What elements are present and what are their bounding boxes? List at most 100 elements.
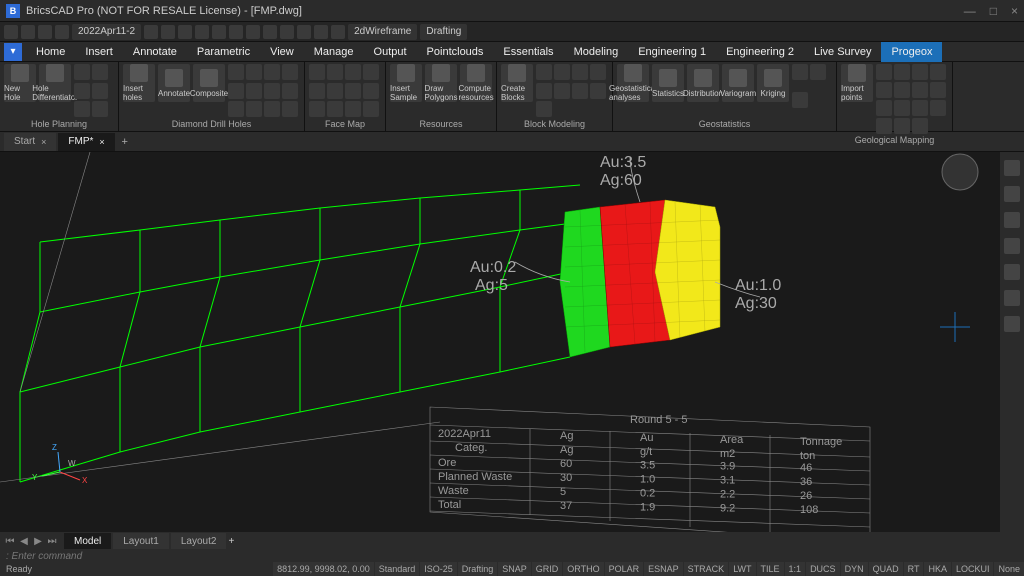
menu-annotate[interactable]: Annotate <box>123 42 187 62</box>
ribbon-icon[interactable] <box>264 83 280 99</box>
ribbon-icon[interactable] <box>876 118 892 134</box>
qat-icon[interactable] <box>4 25 18 39</box>
viewstyle-dropdown[interactable]: 2dWireframe <box>348 24 417 40</box>
status-standard[interactable]: Standard <box>375 562 420 576</box>
qat-icon[interactable] <box>38 25 52 39</box>
doc-dropdown[interactable]: 2022Apr11-2 <box>72 24 141 40</box>
side-tool-icon[interactable] <box>1004 290 1020 306</box>
ribbon-icon[interactable] <box>590 64 606 80</box>
status-flag-drafting[interactable]: Drafting <box>458 562 498 576</box>
ribbon-icon[interactable] <box>246 64 262 80</box>
add-tab-button[interactable]: + <box>117 136 133 148</box>
ribbon-button[interactable]: New Hole <box>4 64 36 102</box>
ribbon-icon[interactable] <box>810 64 826 80</box>
ribbon-icon[interactable] <box>282 83 298 99</box>
ribbon-icon[interactable] <box>536 64 552 80</box>
ribbon-icon[interactable] <box>894 64 910 80</box>
ribbon-button[interactable]: Create Blocks <box>501 64 533 102</box>
ribbon-icon[interactable] <box>912 64 928 80</box>
status-flag-tile[interactable]: TILE <box>757 562 784 576</box>
file-tab[interactable]: Start × <box>4 133 56 151</box>
status-flag-none[interactable]: None <box>994 562 1024 576</box>
ribbon-icon[interactable] <box>327 101 343 117</box>
qat-icon[interactable] <box>263 25 277 39</box>
layout-tab[interactable]: Model <box>64 533 111 549</box>
ribbon-icon[interactable] <box>930 82 946 98</box>
ribbon-icon[interactable] <box>912 82 928 98</box>
qat-icon[interactable] <box>246 25 260 39</box>
status-iso[interactable]: ISO-25 <box>420 562 457 576</box>
menu-essentials[interactable]: Essentials <box>493 42 563 62</box>
ribbon-icon[interactable] <box>554 64 570 80</box>
menu-engineering1[interactable]: Engineering 1 <box>628 42 716 62</box>
ribbon-icon[interactable] <box>912 100 928 116</box>
side-tool-icon[interactable] <box>1004 264 1020 280</box>
status-flag-dyn[interactable]: DYN <box>841 562 868 576</box>
menu-manage[interactable]: Manage <box>304 42 364 62</box>
ribbon-icon[interactable] <box>590 83 606 99</box>
ribbon-button[interactable]: Insert Sample <box>390 64 422 102</box>
drawing-canvas[interactable]: Au:3.5 Ag:60 Au:0.2 Ag:5 Au:1.0 Ag:30 X … <box>0 152 1000 532</box>
ribbon-button[interactable]: Variogram <box>722 64 754 102</box>
status-flag-ortho[interactable]: ORTHO <box>563 562 603 576</box>
menu-livesurvey[interactable]: Live Survey <box>804 42 881 62</box>
ribbon-button[interactable]: Statistics <box>652 64 684 102</box>
file-tab[interactable]: FMP* × <box>58 133 114 151</box>
qat-icon[interactable] <box>195 25 209 39</box>
status-flag-snap[interactable]: SNAP <box>498 562 531 576</box>
ribbon-icon[interactable] <box>327 64 343 80</box>
ribbon-icon[interactable] <box>363 64 379 80</box>
ribbon-button[interactable]: Kriging <box>757 64 789 102</box>
ribbon-icon[interactable] <box>876 82 892 98</box>
status-flag-ducs[interactable]: DUCS <box>806 562 840 576</box>
qat-icon[interactable] <box>212 25 226 39</box>
tab-nav-last[interactable]: ⏭ <box>46 536 58 547</box>
ribbon-icon[interactable] <box>246 83 262 99</box>
ribbon-icon[interactable] <box>264 101 280 117</box>
status-flag-1:1[interactable]: 1:1 <box>785 562 806 576</box>
ribbon-icon[interactable] <box>876 64 892 80</box>
qat-icon[interactable] <box>161 25 175 39</box>
ribbon-icon[interactable] <box>282 64 298 80</box>
ribbon-icon[interactable] <box>228 64 244 80</box>
ribbon-icon[interactable] <box>792 64 808 80</box>
qat-icon[interactable] <box>331 25 345 39</box>
view-cube[interactable] <box>942 154 978 190</box>
qat-icon[interactable] <box>178 25 192 39</box>
ribbon-button[interactable]: Annotate <box>158 64 190 102</box>
ribbon-button[interactable]: Hole Differentiator <box>39 64 71 102</box>
maximize-button[interactable]: □ <box>990 4 997 18</box>
menu-insert[interactable]: Insert <box>75 42 123 62</box>
ribbon-icon[interactable] <box>572 83 588 99</box>
qat-icon[interactable] <box>229 25 243 39</box>
ribbon-icon[interactable] <box>894 118 910 134</box>
menu-progeox[interactable]: Progeox <box>881 42 942 62</box>
ribbon-icon[interactable] <box>228 101 244 117</box>
ribbon-icon[interactable] <box>876 100 892 116</box>
ribbon-button[interactable]: Compute resources <box>460 64 492 102</box>
side-tool-icon[interactable] <box>1004 238 1020 254</box>
side-tool-icon[interactable] <box>1004 212 1020 228</box>
status-flag-hka[interactable]: HKA <box>924 562 951 576</box>
ribbon-icon[interactable] <box>894 82 910 98</box>
ribbon-icon[interactable] <box>327 83 343 99</box>
ribbon-icon[interactable] <box>345 83 361 99</box>
ribbon-icon[interactable] <box>74 64 90 80</box>
ribbon-icon[interactable] <box>345 101 361 117</box>
ribbon-icon[interactable] <box>345 64 361 80</box>
status-flag-quad[interactable]: QUAD <box>869 562 903 576</box>
menu-output[interactable]: Output <box>364 42 417 62</box>
menu-view[interactable]: View <box>260 42 304 62</box>
ribbon-button[interactable]: Geostatistical analyses <box>617 64 649 102</box>
close-button[interactable]: × <box>1011 4 1018 18</box>
ribbon-icon[interactable] <box>930 100 946 116</box>
qat-icon[interactable] <box>21 25 35 39</box>
ribbon-icon[interactable] <box>309 83 325 99</box>
workspace-dropdown[interactable]: Drafting <box>420 24 467 40</box>
qat-icon[interactable] <box>280 25 294 39</box>
add-layout-button[interactable]: + <box>228 536 234 547</box>
ribbon-icon[interactable] <box>792 92 808 108</box>
ribbon-button[interactable]: Draw Polygons <box>425 64 457 102</box>
qat-icon[interactable] <box>314 25 328 39</box>
status-flag-strack[interactable]: STRACK <box>684 562 729 576</box>
